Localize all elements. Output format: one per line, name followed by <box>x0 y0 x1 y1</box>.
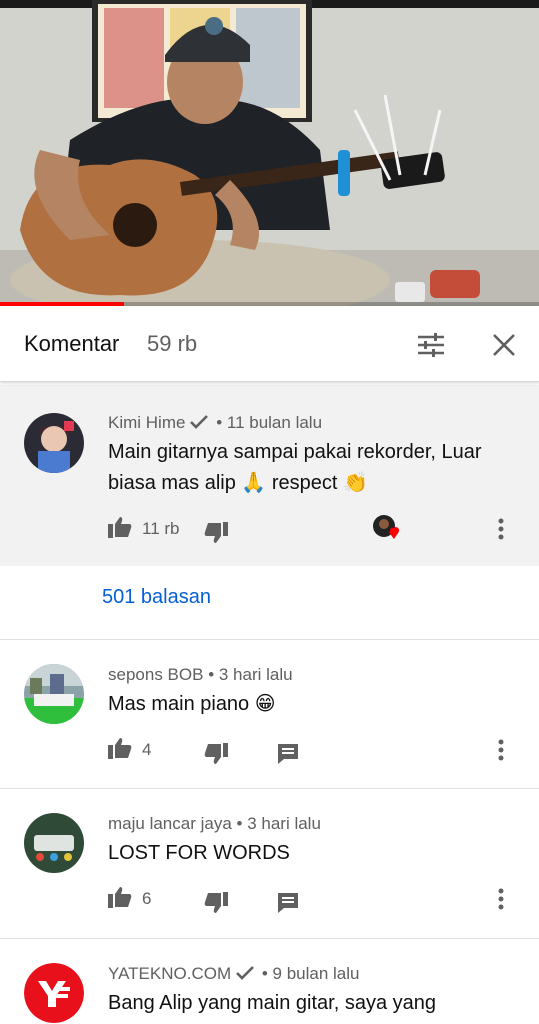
thumb-up-icon <box>108 516 132 543</box>
comment-meta: Kimi Hime • 11 bulan lalu <box>108 413 322 435</box>
comments-header: Komentar 59 rb <box>0 306 539 382</box>
creator-heart-badge <box>372 514 402 543</box>
comment-meta: YATEKNO.COM • 9 bulan lalu <box>108 964 360 986</box>
reply-button[interactable] <box>277 892 299 918</box>
like-count: 11 rb <box>142 519 180 538</box>
thumb-up-icon <box>108 886 132 913</box>
meta-separator: • <box>236 814 243 833</box>
comment-author[interactable]: Kimi Hime <box>108 413 185 432</box>
comment-time[interactable]: 9 bulan lalu <box>273 964 360 983</box>
avatar[interactable] <box>24 963 84 1023</box>
video-frame-illustration <box>0 0 539 306</box>
replies-link-row: 501 balasan <box>0 566 539 640</box>
comment-actions: 11 rb <box>108 514 528 549</box>
like-button[interactable]: 6 <box>108 886 151 912</box>
reply-comment-icon <box>277 892 299 919</box>
comment-author[interactable]: maju lancar jaya <box>108 814 232 833</box>
comment-actions: 6 <box>108 886 528 916</box>
dislike-button[interactable] <box>204 742 228 770</box>
reply-button[interactable] <box>277 743 299 769</box>
comment-author[interactable]: YATEKNO.COM <box>108 964 231 983</box>
meta-separator: • <box>216 413 223 432</box>
close-icon[interactable] <box>489 330 519 360</box>
like-count: 6 <box>142 889 152 908</box>
comment-text: LOST FOR WORDS <box>108 842 290 864</box>
comment-item: maju lancar jaya • 3 hari lalu LOST FOR … <box>0 789 539 939</box>
verified-check-icon <box>235 965 255 986</box>
like-button[interactable]: 4 <box>108 737 151 763</box>
dislike-button[interactable] <box>204 891 228 919</box>
comment-text: Mas main piano 😁 <box>108 693 276 715</box>
creator-avatar-icon <box>372 514 402 547</box>
more-options-icon[interactable] <box>496 516 506 542</box>
comment-meta: sepons BOB • 3 hari lalu <box>108 665 293 685</box>
view-replies-button[interactable]: 501 balasan <box>102 586 211 609</box>
thumb-down-icon <box>204 742 228 770</box>
thumb-down-icon <box>204 891 228 919</box>
more-options-icon[interactable] <box>496 886 506 912</box>
comment-actions: 4 <box>108 737 528 767</box>
comment-time[interactable]: 3 hari lalu <box>247 814 321 833</box>
avatar[interactable] <box>24 813 84 873</box>
comment-author[interactable]: sepons BOB <box>108 665 203 684</box>
comment-meta: maju lancar jaya • 3 hari lalu <box>108 814 321 834</box>
meta-separator: • <box>208 665 215 684</box>
meta-separator: • <box>261 964 268 983</box>
thumb-down-icon <box>204 521 228 549</box>
comment-item: sepons BOB • 3 hari lalu Mas main piano … <box>0 640 539 789</box>
comments-count: 59 rb <box>147 331 198 356</box>
comments-title: Komentar <box>24 331 120 356</box>
comment-text: Main gitarnya sampai pakai rekorder, Lua… <box>108 441 482 494</box>
avatar[interactable] <box>24 664 84 724</box>
reply-comment-icon <box>277 743 299 770</box>
avatar[interactable] <box>24 413 84 473</box>
comment-text: Bang Alip yang main gitar, saya yang <box>108 992 436 1014</box>
verified-check-icon <box>189 414 209 435</box>
dislike-button[interactable] <box>204 521 228 549</box>
like-count: 4 <box>142 740 152 759</box>
like-button[interactable]: 11 rb <box>108 516 180 542</box>
comment-time[interactable]: 11 bulan lalu <box>227 413 322 432</box>
comment-item: Kimi Hime • 11 bulan lalu Main gitarnya … <box>0 385 539 566</box>
sort-icon[interactable] <box>416 330 446 360</box>
thumb-up-icon <box>108 737 132 764</box>
video-player[interactable] <box>0 0 539 306</box>
comment-item: YATEKNO.COM • 9 bulan lalu Bang Alip yan… <box>0 939 539 1024</box>
comment-time[interactable]: 3 hari lalu <box>219 665 293 684</box>
more-options-icon[interactable] <box>496 737 506 763</box>
